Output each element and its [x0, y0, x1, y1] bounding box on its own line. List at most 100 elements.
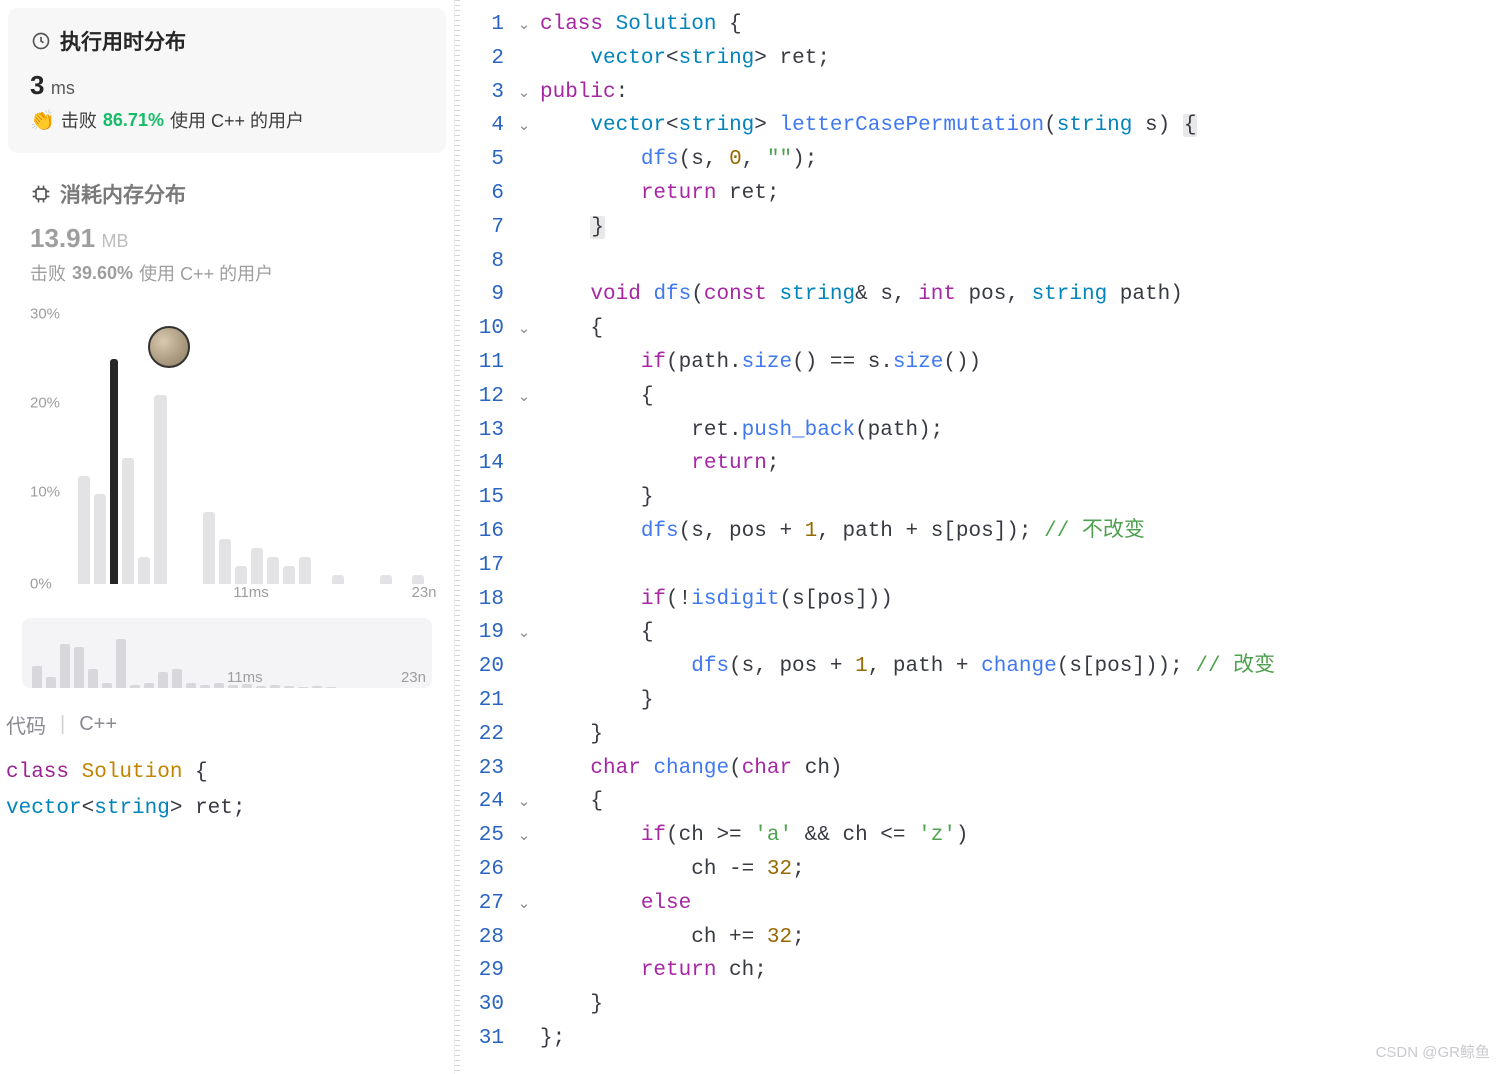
- chart-bar[interactable]: [110, 359, 118, 584]
- chart-bar[interactable]: [235, 566, 247, 584]
- fold-toggle: [512, 954, 536, 988]
- stats-panel: 执行用时分布 3 ms 👏 击败 86.71% 使用 C++ 的用户 消耗内存分…: [0, 0, 455, 1074]
- language-label: C++: [79, 713, 117, 736]
- fold-toggle: [512, 143, 536, 177]
- clap-icon: 👏: [30, 108, 55, 133]
- mini-bar: [200, 685, 210, 688]
- fold-toggle: [512, 414, 536, 448]
- code-header: 代码 | C++: [0, 688, 454, 755]
- chart-bar[interactable]: [94, 494, 106, 584]
- memory-card[interactable]: 消耗内存分布 13.91 MB 击败 39.60% 使用 C++ 的用户: [8, 161, 446, 306]
- memory-beats: 击败 39.60% 使用 C++ 的用户: [30, 260, 424, 286]
- code-label: 代码: [6, 710, 46, 739]
- fold-toggle: [512, 583, 536, 617]
- x-tick: 23n: [401, 669, 426, 686]
- fold-toggle: [512, 650, 536, 684]
- x-tick: 11ms: [233, 584, 269, 601]
- fold-toggle: [512, 481, 536, 515]
- fold-toggle: [512, 988, 536, 1022]
- chart-bars: [78, 314, 424, 584]
- runtime-minimap[interactable]: 11ms 23n: [22, 618, 432, 688]
- mini-bar: [298, 687, 308, 688]
- clock-icon: [30, 30, 52, 52]
- fold-toggle[interactable]: ⌄: [512, 8, 536, 42]
- beats-pct: 86.71%: [103, 110, 164, 131]
- chart-bar[interactable]: [412, 575, 424, 584]
- chart-bar[interactable]: [380, 575, 392, 584]
- mini-bar: [74, 647, 84, 688]
- chart-bar[interactable]: [138, 557, 150, 584]
- chart-bar[interactable]: [251, 548, 263, 584]
- mini-bar: [256, 686, 266, 688]
- x-tick: 23n: [411, 584, 436, 601]
- mini-bar: [312, 686, 322, 688]
- x-tick: 11ms: [227, 669, 263, 686]
- chart-bar[interactable]: [219, 539, 231, 584]
- fold-toggle: [512, 177, 536, 211]
- chart-bar[interactable]: [332, 575, 344, 584]
- chart-bar[interactable]: [283, 566, 295, 584]
- memory-value: 13.91 MB: [30, 223, 424, 254]
- fold-toggle: [512, 447, 536, 481]
- y-tick: 10%: [30, 484, 60, 501]
- fold-toggle: [512, 684, 536, 718]
- chart-bar[interactable]: [203, 512, 215, 584]
- mini-bar: [284, 686, 294, 688]
- fold-toggle: [512, 921, 536, 955]
- mini-bar: [144, 683, 154, 689]
- fold-toggle[interactable]: ⌄: [512, 887, 536, 921]
- fold-toggle[interactable]: ⌄: [512, 109, 536, 143]
- runtime-card[interactable]: 执行用时分布 3 ms 👏 击败 86.71% 使用 C++ 的用户: [8, 8, 446, 153]
- y-tick: 0%: [30, 576, 52, 593]
- beats-label: 击败: [30, 260, 66, 286]
- mini-bar: [172, 669, 182, 688]
- fold-toggle[interactable]: ⌄: [512, 380, 536, 414]
- beats-label: 击败: [61, 107, 97, 133]
- code-area[interactable]: class Solution { vector<string> ret;publ…: [536, 0, 1506, 1074]
- line-number-gutter: 1234567891011121314151617181920212223242…: [460, 0, 512, 1074]
- fold-toggle: [512, 549, 536, 583]
- y-tick: 30%: [30, 306, 60, 323]
- runtime-distribution-chart[interactable]: 30% 20% 10% 0% 11ms 23n: [8, 314, 446, 608]
- memory-title-text: 消耗内存分布: [60, 179, 186, 209]
- chart-bar[interactable]: [299, 557, 311, 584]
- fold-toggle: [512, 278, 536, 312]
- mini-bar: [326, 687, 336, 688]
- runtime-title-text: 执行用时分布: [60, 26, 186, 56]
- code-editor[interactable]: 1234567891011121314151617181920212223242…: [455, 0, 1506, 1074]
- mini-bar: [32, 666, 42, 688]
- beats-suffix: 使用 C++ 的用户: [170, 107, 304, 133]
- fold-gutter[interactable]: ⌄⌄⌄⌄⌄⌄⌄⌄⌄: [512, 0, 536, 1074]
- chart-bar[interactable]: [154, 395, 166, 584]
- fold-toggle: [512, 718, 536, 752]
- runtime-value: 3 ms: [30, 70, 424, 101]
- fold-toggle[interactable]: ⌄: [512, 312, 536, 346]
- fold-toggle: [512, 245, 536, 279]
- memory-title: 消耗内存分布: [30, 179, 424, 209]
- y-tick: 20%: [30, 395, 60, 412]
- divider-icon: |: [60, 713, 65, 736]
- fold-toggle[interactable]: ⌄: [512, 76, 536, 110]
- fold-toggle: [512, 211, 536, 245]
- chart-bar[interactable]: [122, 458, 134, 584]
- fold-toggle[interactable]: ⌄: [512, 819, 536, 853]
- fold-toggle[interactable]: ⌄: [512, 616, 536, 650]
- runtime-title: 执行用时分布: [30, 26, 424, 56]
- beats-pct: 39.60%: [72, 263, 133, 284]
- fold-toggle: [512, 42, 536, 76]
- watermark: CSDN @GR鲸鱼: [1376, 1041, 1490, 1062]
- fold-toggle[interactable]: ⌄: [512, 785, 536, 819]
- runtime-number: 3: [30, 70, 44, 100]
- mini-bar: [214, 683, 224, 689]
- chart-bar[interactable]: [267, 557, 279, 584]
- memory-unit: MB: [102, 231, 129, 251]
- mini-bar: [158, 672, 168, 689]
- chart-bar[interactable]: [78, 476, 90, 584]
- runtime-beats: 👏 击败 86.71% 使用 C++ 的用户: [30, 107, 424, 133]
- code-snippet-preview[interactable]: class Solution { vector<string> ret;: [0, 755, 454, 826]
- chip-icon: [30, 183, 52, 205]
- mini-bar: [130, 685, 140, 688]
- mini-bar: [88, 669, 98, 688]
- fold-toggle: [512, 1022, 536, 1056]
- mini-bar: [102, 683, 112, 689]
